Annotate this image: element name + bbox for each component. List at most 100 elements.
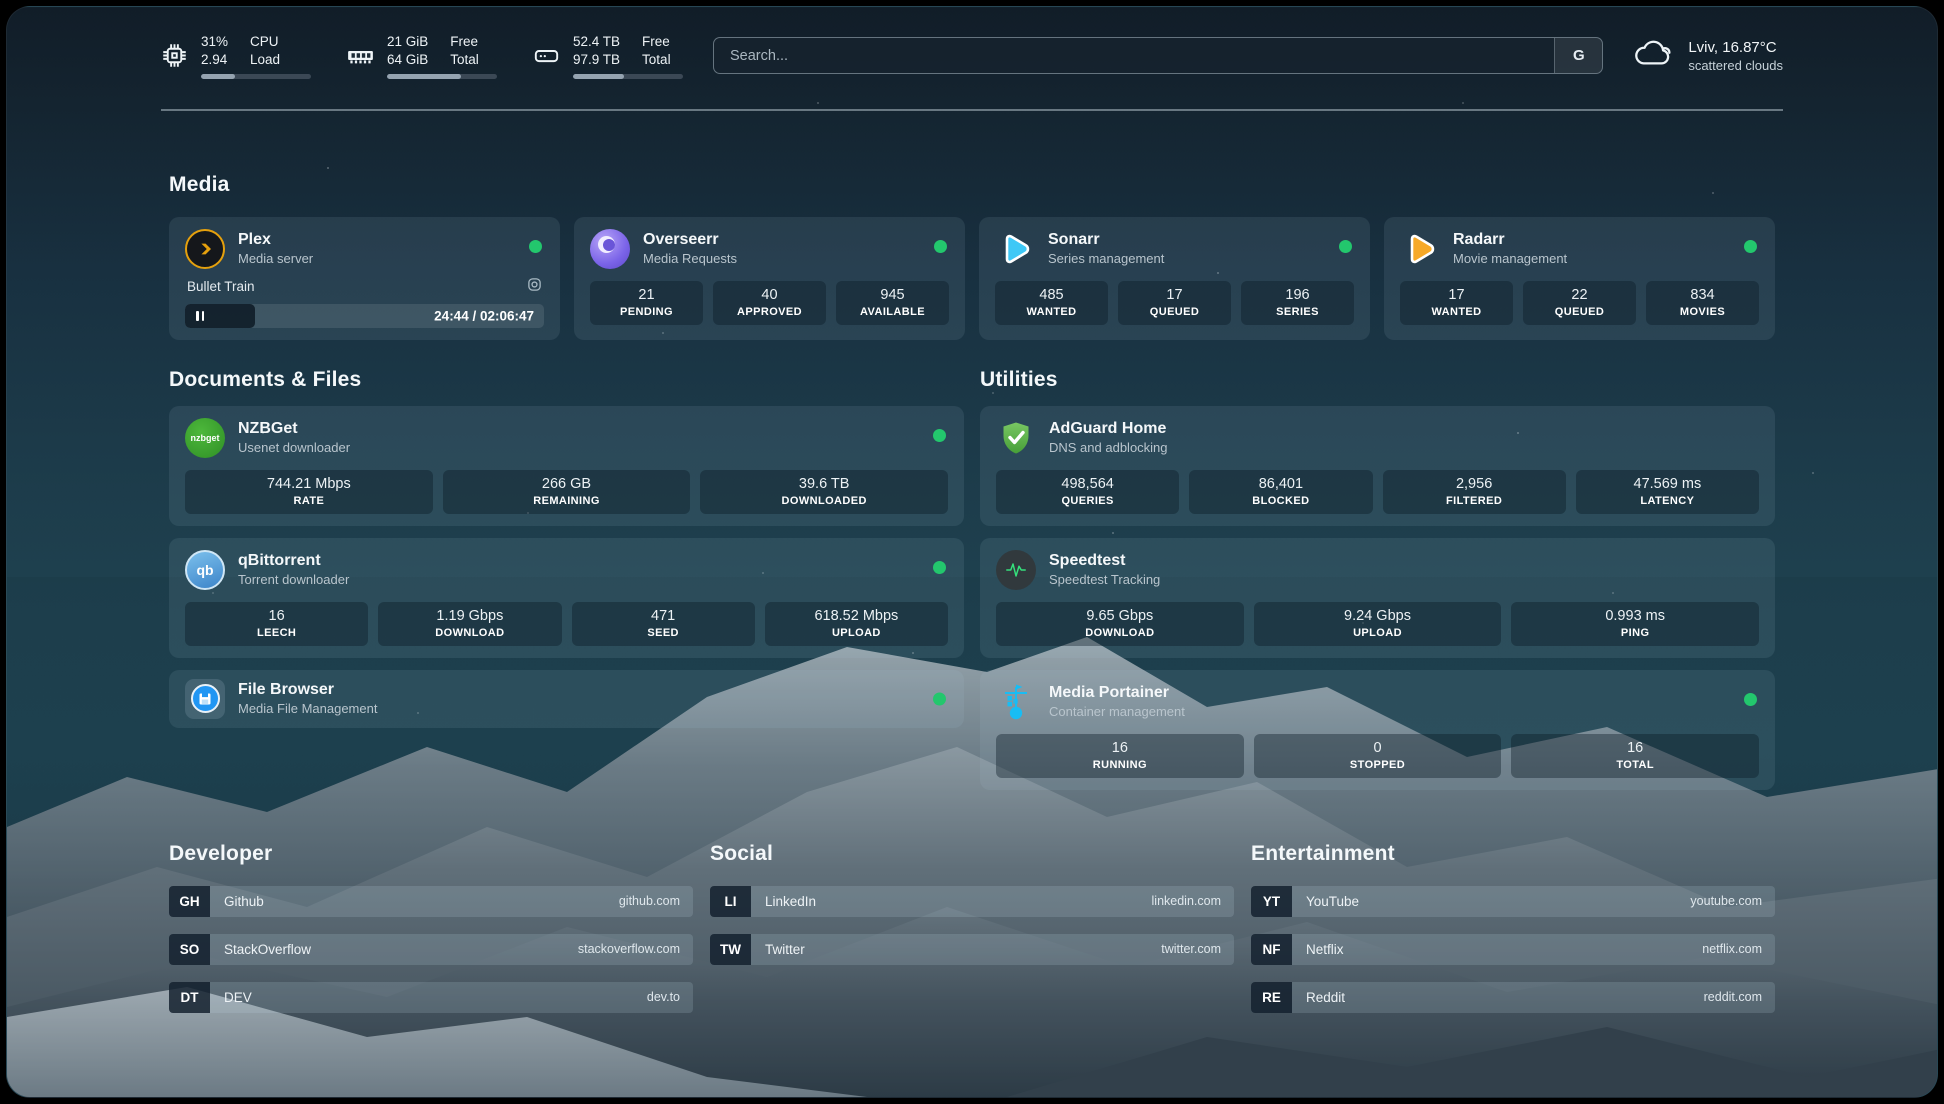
top-bar: 31% 2.94 CPU Load xyxy=(7,7,1937,79)
sonarr-card[interactable]: Sonarr Series management 485WANTED 17QUE… xyxy=(979,217,1370,340)
stat-label: REMAINING xyxy=(447,495,687,507)
system-stats: 31% 2.94 CPU Load xyxy=(161,33,683,79)
radarr-card[interactable]: Radarr Movie management 17WANTED 22QUEUE… xyxy=(1384,217,1775,340)
stat-label: MOVIES xyxy=(1650,306,1755,318)
link-twitter[interactable]: TW Twitter twitter.com xyxy=(710,934,1234,965)
stat-value: 266 GB xyxy=(447,476,687,492)
section-title-developer: Developer xyxy=(169,842,693,866)
speedtest-icon xyxy=(996,550,1036,590)
stat-value: 618.52 Mbps xyxy=(769,608,944,624)
status-dot xyxy=(1744,693,1757,706)
stat-value: 40 xyxy=(717,287,822,303)
playback-progress-bar[interactable]: 24:44 / 02:06:47 xyxy=(185,304,544,328)
plex-card[interactable]: Plex Media server Bullet Train 24:4 xyxy=(169,217,560,340)
section-title-entertainment: Entertainment xyxy=(1251,842,1775,866)
link-reddit[interactable]: RE Reddit reddit.com xyxy=(1251,982,1775,1013)
stat-value: 21 xyxy=(594,287,699,303)
stat-label: SEED xyxy=(576,627,751,639)
cpu-label: CPU xyxy=(250,33,280,51)
stat-value: 1.19 Gbps xyxy=(382,608,557,624)
stat-label: DOWNLOADED xyxy=(704,495,944,507)
pause-icon[interactable] xyxy=(196,311,204,321)
adguard-card[interactable]: AdGuard Home DNS and adblocking 498,564Q… xyxy=(980,406,1775,526)
utilities-column: Utilities AdGuard Home xyxy=(980,368,1775,790)
stat-wanted: 17WANTED xyxy=(1400,281,1513,325)
cpu-load-label: Load xyxy=(250,51,280,69)
stat-leech: 16LEECH xyxy=(185,602,368,646)
link-url: dev.to xyxy=(647,982,693,1013)
stat-filtered: 2,956 FILTERED xyxy=(1383,470,1566,514)
disk-progress-bar xyxy=(573,74,683,79)
cpu-stat: 31% 2.94 CPU Load xyxy=(161,33,311,79)
link-url: reddit.com xyxy=(1704,982,1775,1013)
disk-total-label: Total xyxy=(642,51,671,69)
link-abbr: RE xyxy=(1251,982,1292,1013)
stat-value: 22 xyxy=(1527,287,1632,303)
session-icon[interactable] xyxy=(527,277,542,297)
qbittorrent-card[interactable]: qb qBittorrent Torrent downloader 16LEEC… xyxy=(169,538,964,658)
link-abbr: DT xyxy=(169,982,210,1013)
disk-stat: 52.4 TB 97.9 TB Free Total xyxy=(533,33,683,79)
entertainment-section: Entertainment YT YouTube youtube.com NF … xyxy=(1251,842,1775,1013)
app-desc: Series management xyxy=(1048,251,1164,266)
stat-blocked: 86,401BLOCKED xyxy=(1189,470,1372,514)
stat-label: AVAILABLE xyxy=(840,306,945,318)
section-title-media: Media xyxy=(169,173,1775,197)
search-bar: G xyxy=(713,37,1603,74)
stat-rate: 744.21 MbpsRATE xyxy=(185,470,433,514)
playback-time: 24:44 / 02:06:47 xyxy=(434,308,534,323)
stat-label: LATENCY xyxy=(1580,495,1755,507)
stat-label: PING xyxy=(1515,627,1755,639)
stat-value: 86,401 xyxy=(1193,476,1368,492)
search-input[interactable] xyxy=(714,38,1554,73)
app-name: Plex xyxy=(238,231,313,249)
link-url: netflix.com xyxy=(1702,934,1775,965)
stat-ping: 0.993 msPING xyxy=(1511,602,1759,646)
app-name: AdGuard Home xyxy=(1049,420,1168,438)
app-name: Radarr xyxy=(1453,231,1567,249)
section-title-social: Social xyxy=(710,842,1234,866)
speedtest-card[interactable]: Speedtest Speedtest Tracking 9.65 GbpsDO… xyxy=(980,538,1775,658)
stat-value: 17 xyxy=(1404,287,1509,303)
filebrowser-card[interactable]: File Browser Media File Management xyxy=(169,670,964,728)
stat-value: 196 xyxy=(1245,287,1350,303)
stat-label: FILTERED xyxy=(1387,495,1562,507)
app-name: Sonarr xyxy=(1048,231,1164,249)
section-title-utilities: Utilities xyxy=(980,368,1775,392)
link-url: stackoverflow.com xyxy=(578,934,693,965)
nzbget-icon-text: nzbget xyxy=(191,433,220,443)
stat-series: 196SERIES xyxy=(1241,281,1354,325)
portainer-card[interactable]: Media Portainer Container management 16R… xyxy=(980,670,1775,790)
stat-total: 16TOTAL xyxy=(1511,734,1759,778)
stat-value: 2,956 xyxy=(1387,476,1562,492)
app-name: File Browser xyxy=(238,681,377,699)
link-netflix[interactable]: NF Netflix netflix.com xyxy=(1251,934,1775,965)
stat-pending: 21PENDING xyxy=(590,281,703,325)
status-dot xyxy=(1744,240,1757,253)
link-dev[interactable]: DT DEV dev.to xyxy=(169,982,693,1013)
search-engine-button[interactable]: G xyxy=(1554,38,1602,73)
status-dot xyxy=(934,240,947,253)
stat-seed: 471SEED xyxy=(572,602,755,646)
stat-downloaded: 39.6 TBDOWNLOADED xyxy=(700,470,948,514)
status-dot xyxy=(933,692,946,705)
status-dot xyxy=(1339,240,1352,253)
nzbget-icon: nzbget xyxy=(185,418,225,458)
overseerr-card[interactable]: Overseerr Media Requests 21PENDING 40APP… xyxy=(574,217,965,340)
qbittorrent-icon-text: qb xyxy=(196,562,213,578)
link-name: YouTube xyxy=(1292,886,1690,917)
cpu-load-value: 2.94 xyxy=(201,51,228,69)
link-youtube[interactable]: YT YouTube youtube.com xyxy=(1251,886,1775,917)
link-github[interactable]: GH Github github.com xyxy=(169,886,693,917)
nzbget-card[interactable]: nzbget NZBGet Usenet downloader 744.21 M… xyxy=(169,406,964,526)
stat-queries: 498,564QUERIES xyxy=(996,470,1179,514)
app-desc: Torrent downloader xyxy=(238,572,349,587)
dashboard-content: Media Plex Media server Bullet Train xyxy=(7,173,1937,1013)
app-desc: Media File Management xyxy=(238,701,377,716)
link-url: twitter.com xyxy=(1161,934,1234,965)
app-desc: Movie management xyxy=(1453,251,1567,266)
app-name: Overseerr xyxy=(643,231,737,249)
link-stackoverflow[interactable]: SO StackOverflow stackoverflow.com xyxy=(169,934,693,965)
ram-total-label: Total xyxy=(450,51,479,69)
link-linkedin[interactable]: LI LinkedIn linkedin.com xyxy=(710,886,1234,917)
